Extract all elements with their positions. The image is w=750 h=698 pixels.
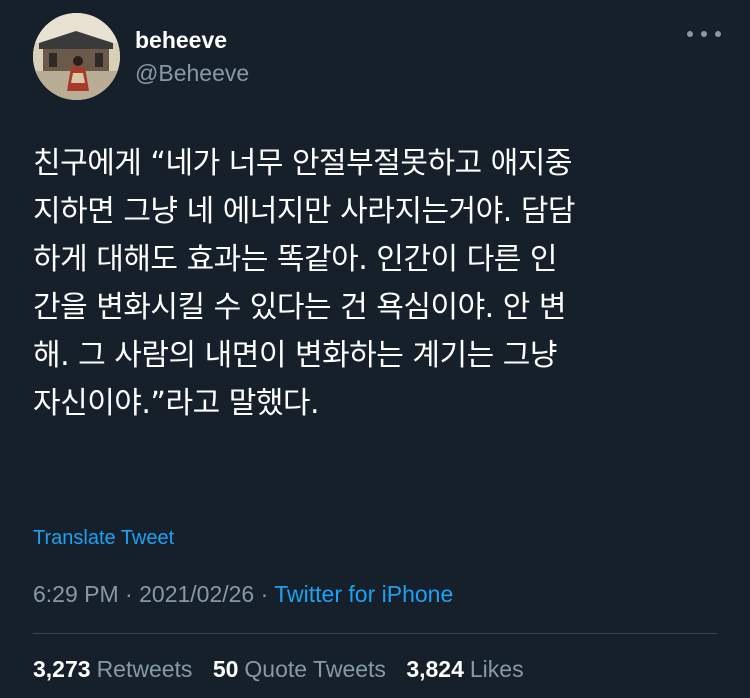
tweet-line: 자신이야.”라고 말했다. xyxy=(33,386,320,421)
retweets-stat[interactable]: 3,273 Retweets xyxy=(33,656,192,682)
retweets-label: Retweets xyxy=(96,656,193,682)
retweets-count: 3,273 xyxy=(33,656,91,682)
tweet-line: 간을 변화시킬 수 있다는 건 욕심이야. 안 변 xyxy=(33,290,567,325)
tweet-line: 해. 그 사람의 내면이 변화하는 계기는 그냥 xyxy=(33,338,557,373)
tweet-date[interactable]: 2021/02/26 xyxy=(139,581,254,607)
dot xyxy=(715,31,721,37)
tweet-source-link[interactable]: Twitter for iPhone xyxy=(274,581,453,607)
display-name[interactable]: beheeve xyxy=(135,27,227,54)
avatar-image xyxy=(33,13,120,100)
dot xyxy=(701,31,707,37)
tweet-meta: 6:29 PM · 2021/02/26 · Twitter for iPhon… xyxy=(33,581,453,608)
quote-tweets-count: 50 xyxy=(212,656,239,682)
tweet-line: 지하면 그냥 네 에너지만 사라지는거야. 담담 xyxy=(33,194,576,229)
translate-tweet-link[interactable]: Translate Tweet xyxy=(33,527,174,550)
meta-separator: · xyxy=(260,581,269,607)
tweet-time[interactable]: 6:29 PM xyxy=(33,581,119,607)
tweet-text: 친구에게 “네가 너무 안절부절못하고 애지중지하면 그냥 네 에너지만 사라지… xyxy=(33,140,723,428)
likes-count: 3,824 xyxy=(406,656,464,682)
likes-label: Likes xyxy=(469,656,524,682)
avatar[interactable] xyxy=(33,13,120,100)
divider xyxy=(33,633,717,634)
meta-separator: · xyxy=(125,581,133,607)
tweet-stats: 3,273 Retweets 50 Quote Tweets 3,824 Likes xyxy=(33,656,538,683)
quote-tweets-stat[interactable]: 50 Quote Tweets xyxy=(213,656,386,682)
quote-tweets-label: Quote Tweets xyxy=(244,656,386,682)
tweet-header: beheeve @Beheeve xyxy=(33,13,723,103)
tweet-line: 친구에게 “네가 너무 안절부절못하고 애지중 xyxy=(33,146,573,181)
user-handle[interactable]: @Beheeve xyxy=(135,60,249,87)
tweet-line: 하게 대해도 효과는 똑같아. 인간이 다른 인 xyxy=(33,242,557,277)
likes-stat[interactable]: 3,824 Likes xyxy=(406,656,523,682)
more-dots-icon[interactable] xyxy=(687,23,721,45)
dot xyxy=(687,31,693,37)
